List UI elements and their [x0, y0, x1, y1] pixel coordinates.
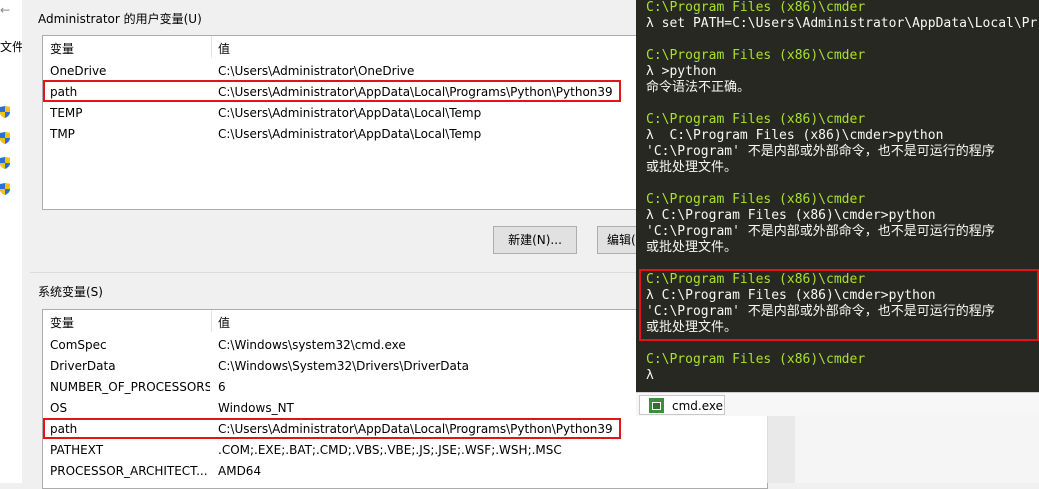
- variable-value: C:\Windows\system32\cmd.exe: [218, 338, 406, 352]
- variable-value: .COM;.EXE;.BAT;.CMD;.VBS;.VBE;.JS;.JSE;.…: [218, 443, 562, 457]
- variable-name: PATHEXT: [50, 443, 104, 457]
- variable-value: C:\Users\Administrator\AppData\Local\Pro…: [218, 422, 613, 436]
- table-row[interactable]: PATHEXT .COM;.EXE;.BAT;.CMD;.VBS;.VBE;.JS…: [43, 440, 767, 461]
- terminal-line: 'C:\Program' 不是内部或外部命令，也不是可运行的程序: [646, 224, 995, 239]
- terminal-line: C:\Program Files (x86)\cmder: [646, 272, 866, 287]
- variable-name: OneDrive: [50, 64, 107, 78]
- tab-cmd[interactable]: cmd.exe: [639, 395, 725, 415]
- terminal-tab-bar: cmd.exe: [636, 392, 1039, 416]
- terminal-line: λ >python: [646, 64, 717, 79]
- user-variables-title: Administrator 的用户变量(U): [38, 12, 202, 26]
- variable-value: C:\Windows\System32\Drivers\DriverData: [218, 359, 469, 373]
- table-row[interactable]: path C:\Users\Administrator\AppData\Local…: [43, 419, 767, 440]
- terminal-line: λ C:\Program Files (x86)\cmder>python: [646, 128, 944, 143]
- variable-name: OS: [50, 401, 68, 415]
- tab-label: cmd.exe: [672, 399, 724, 413]
- terminal-line: C:\Program Files (x86)\cmder: [646, 112, 866, 127]
- system-variables-title: 系统变量(S): [38, 285, 103, 299]
- terminal-line: 或批处理文件。: [646, 160, 738, 175]
- shield-icon: [0, 183, 10, 195]
- variable-value: C:\Users\Administrator\OneDrive: [218, 64, 415, 78]
- file-menu-label[interactable]: 文件: [0, 38, 24, 55]
- column-separator[interactable]: [211, 310, 212, 332]
- variable-value: 6: [218, 380, 226, 394]
- variable-value: Windows_NT: [218, 401, 294, 415]
- cmder-terminal[interactable]: C:\Program Files (x86)\cmder λ set PATH=…: [636, 0, 1039, 392]
- shield-icon: [0, 106, 10, 118]
- terminal-line: λ set PATH=C:\Users\Administrator\AppDat…: [646, 16, 1038, 31]
- variable-name: NUMBER_OF_PROCESSORS: [50, 380, 210, 394]
- column-value-header: 值: [218, 316, 231, 330]
- terminal-line: λ C:\Program Files (x86)\cmder>python: [646, 208, 936, 223]
- terminal-line: C:\Program Files (x86)\cmder: [646, 352, 866, 367]
- shield-icon: [0, 157, 10, 169]
- terminal-line: 'C:\Program' 不是内部或外部命令，也不是可运行的程序: [646, 144, 995, 159]
- variable-value: C:\Users\Administrator\AppData\Local\Tem…: [218, 106, 482, 120]
- shield-icon: [0, 132, 10, 144]
- terminal-line: λ: [646, 368, 654, 383]
- terminal-line: C:\Program Files (x86)\cmder: [646, 0, 866, 15]
- variable-name: PROCESSOR_ARCHITECT...: [50, 464, 208, 478]
- column-separator[interactable]: [211, 36, 212, 58]
- variable-name: ComSpec: [50, 338, 107, 352]
- terminal-line: 'C:\Program' 不是内部或外部命令，也不是可运行的程序: [646, 304, 995, 319]
- table-row[interactable]: PROCESSOR_ARCHITECT... AMD64: [43, 461, 767, 482]
- column-name-header: 变量: [50, 42, 75, 56]
- variable-value: AMD64: [218, 464, 262, 478]
- terminal-line: C:\Program Files (x86)\cmder: [646, 192, 866, 207]
- terminal-line: 或批处理文件。: [646, 320, 738, 335]
- terminal-line: 或批处理文件。: [646, 240, 738, 255]
- variable-name: TEMP: [50, 106, 83, 120]
- back-arrow-icon[interactable]: ←: [0, 3, 10, 17]
- terminal-line: C:\Program Files (x86)\cmder: [646, 48, 866, 63]
- terminal-line: λ C:\Program Files (x86)\cmder>python: [646, 288, 936, 303]
- variable-name: path: [50, 85, 78, 99]
- column-name-header: 变量: [50, 316, 75, 330]
- variable-value: C:\Users\Administrator\AppData\Local\Pro…: [218, 85, 613, 99]
- explorer-window-edge: ← 文件: [0, 0, 24, 483]
- variable-value: C:\Users\Administrator\AppData\Local\Tem…: [218, 127, 482, 141]
- terminal-line: 命令语法不正确。: [646, 80, 751, 95]
- background-window-area: [795, 415, 1039, 483]
- new-user-variable-button[interactable]: 新建(N)...: [493, 226, 577, 254]
- cmd-app-icon: [649, 398, 664, 413]
- variable-name: path: [50, 422, 78, 436]
- column-value-header: 值: [218, 42, 231, 56]
- variable-name: TMP: [50, 127, 75, 141]
- variable-name: DriverData: [50, 359, 116, 373]
